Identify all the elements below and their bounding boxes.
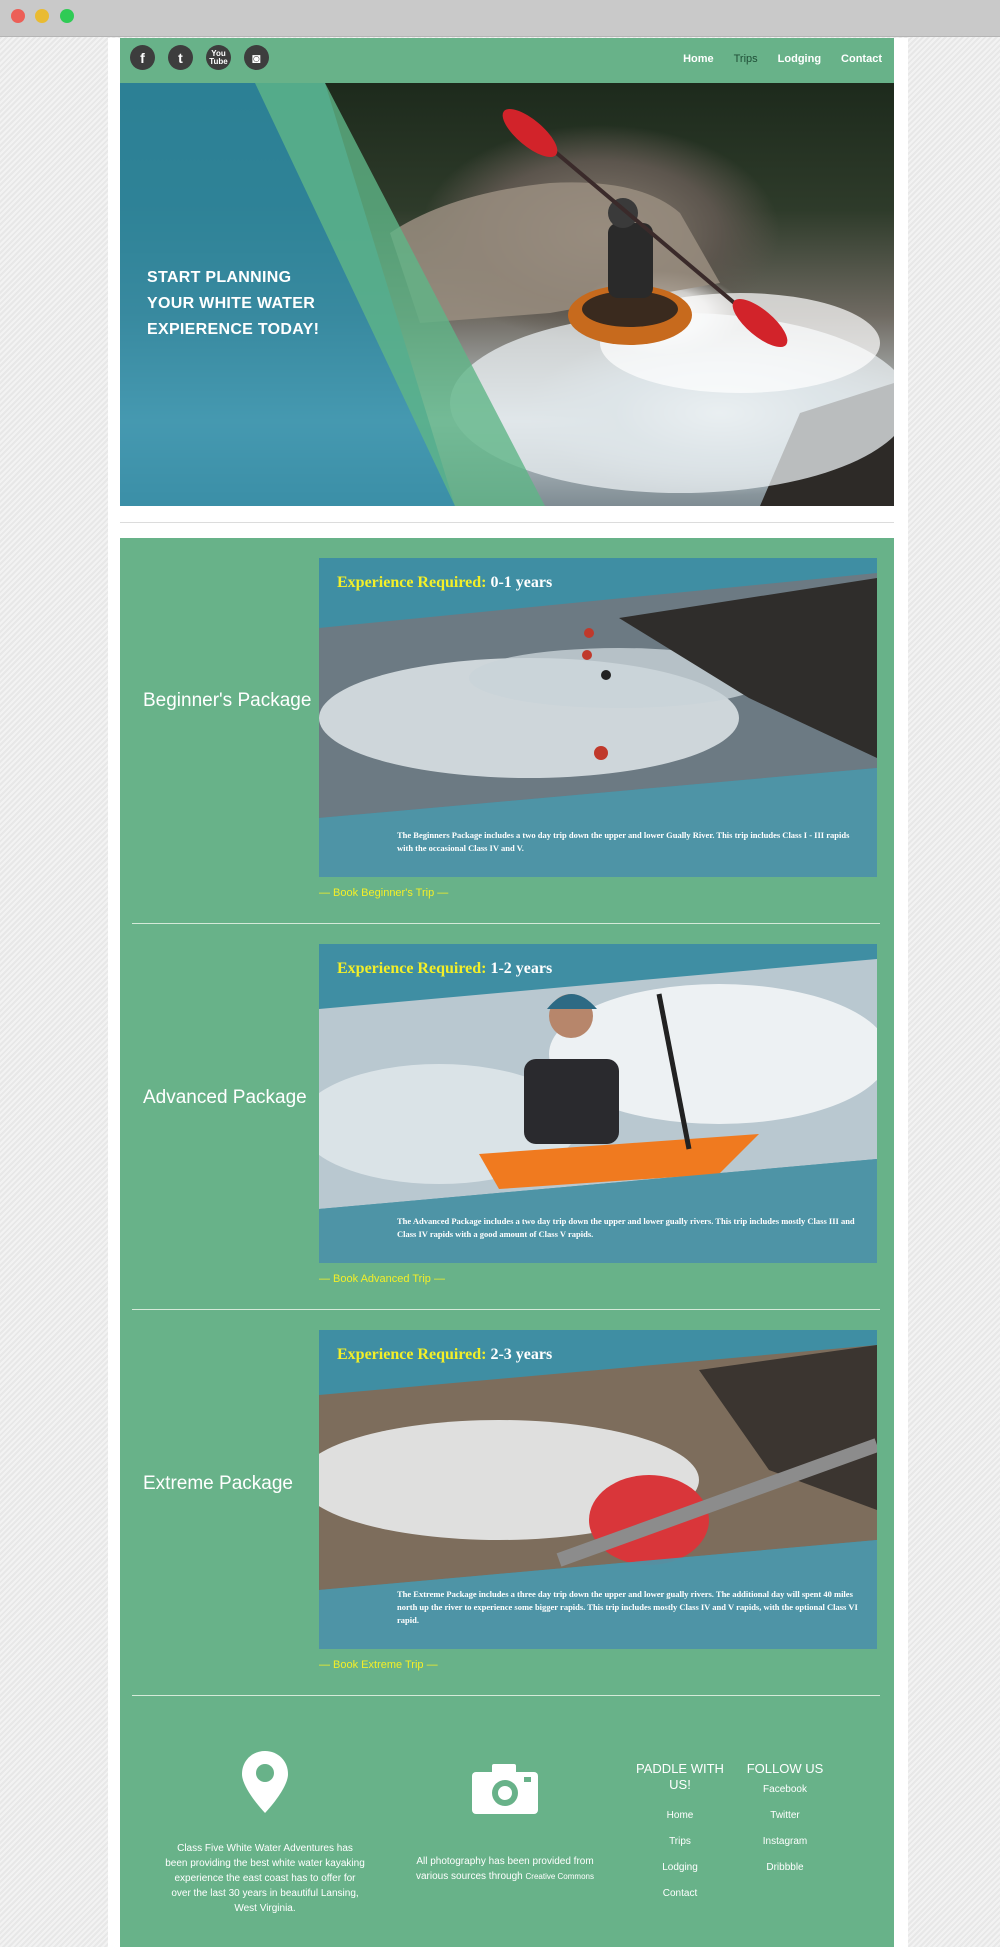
experience-required: Experience Required: 0-1 years: [337, 574, 553, 591]
paddle-heading: PADDLE WITH US!: [636, 1761, 724, 1792]
package-card: Experience Required: 2-3 years The Extre…: [319, 1330, 877, 1649]
twitter-icon[interactable]: t: [168, 45, 193, 70]
package-extreme: Extreme Package Experience Required: 2-3…: [120, 1310, 894, 1695]
package-title: Beginner's Package: [143, 690, 312, 711]
location-pin-icon: [242, 1751, 288, 1813]
book-advanced-link[interactable]: — Book Advanced Trip —: [319, 1273, 445, 1285]
photo-credit-text: All photography has been provided from v…: [416, 1856, 594, 1882]
nav-lodging[interactable]: Lodging: [778, 53, 821, 65]
close-window-button[interactable]: [11, 9, 25, 23]
section-divider: [120, 522, 894, 523]
package-card: Experience Required: 0-1 years The Begin…: [319, 558, 877, 877]
footer-link-facebook[interactable]: Facebook: [763, 1784, 807, 1795]
experience-required: Experience Required: 1-2 years: [337, 960, 553, 977]
nav-contact[interactable]: Contact: [841, 53, 882, 65]
footer-about: Class Five White Water Adventures has be…: [165, 1751, 365, 1916]
package-description: The Beginners Package includes a two day…: [397, 830, 850, 853]
paddle-links: Home Trips Lodging Contact: [635, 1803, 725, 1907]
hero-headline: START PLANNING YOUR WHITE WATER EXPIEREN…: [147, 269, 320, 338]
footer-follow: FOLLOW US Facebook Twitter Instagram Dri…: [740, 1761, 830, 1881]
package-description: The Extreme Package includes a three day…: [397, 1589, 858, 1625]
follow-links: Facebook Twitter Instagram Dribbble: [740, 1777, 830, 1881]
browser-chrome: [0, 0, 1000, 37]
youtube-icon[interactable]: You Tube: [206, 45, 231, 70]
book-beginner-link[interactable]: — Book Beginner's Trip —: [319, 887, 448, 899]
social-icons: f t You Tube ◙: [130, 45, 269, 70]
footer-photo-credit: All photography has been provided from v…: [405, 1764, 605, 1884]
creative-commons-link[interactable]: Creative Commons: [526, 1872, 594, 1881]
instagram-icon[interactable]: ◙: [244, 45, 269, 70]
package-description: The Advanced Package includes a two day …: [397, 1216, 855, 1239]
main-nav: Home Trips Lodging Contact: [683, 53, 882, 65]
about-text: Class Five White Water Adventures has be…: [165, 1843, 365, 1914]
site-footer: Class Five White Water Adventures has be…: [120, 1721, 894, 1947]
package-card: Experience Required: 1-2 years The Advan…: [319, 944, 877, 1263]
page: f t You Tube ◙ Home Trips Lodging Contac…: [108, 38, 908, 1947]
experience-required: Experience Required: 2-3 years: [337, 1346, 553, 1363]
package-beginner: Beginner's Package Experience Required: …: [120, 538, 894, 923]
package-divider: [132, 1695, 880, 1696]
footer-paddle: PADDLE WITH US! Home Trips Lodging Conta…: [635, 1761, 725, 1907]
trips-section: Beginner's Package Experience Required: …: [120, 538, 894, 1947]
footer-link-twitter[interactable]: Twitter: [770, 1810, 799, 1821]
hero-banner: START PLANNING YOUR WHITE WATER EXPIEREN…: [120, 83, 894, 506]
site-header: f t You Tube ◙ Home Trips Lodging Contac…: [120, 38, 894, 83]
minimize-window-button[interactable]: [35, 9, 49, 23]
package-advanced: Advanced Package Experience Required: 1-…: [120, 924, 894, 1309]
package-title: Advanced Package: [143, 1087, 307, 1108]
book-extreme-link[interactable]: — Book Extreme Trip —: [319, 1659, 438, 1671]
footer-link-dribbble[interactable]: Dribbble: [766, 1862, 803, 1873]
facebook-icon[interactable]: f: [130, 45, 155, 70]
footer-link-contact[interactable]: Contact: [663, 1888, 697, 1899]
follow-heading: FOLLOW US: [746, 1761, 824, 1776]
footer-link-trips[interactable]: Trips: [669, 1836, 691, 1847]
nav-home[interactable]: Home: [683, 53, 714, 65]
camera-icon: [472, 1764, 538, 1814]
footer-link-home[interactable]: Home: [667, 1810, 694, 1821]
footer-link-lodging[interactable]: Lodging: [662, 1862, 698, 1873]
package-title: Extreme Package: [143, 1473, 293, 1494]
nav-trips[interactable]: Trips: [734, 53, 758, 65]
footer-link-instagram[interactable]: Instagram: [763, 1836, 807, 1847]
maximize-window-button[interactable]: [60, 9, 74, 23]
